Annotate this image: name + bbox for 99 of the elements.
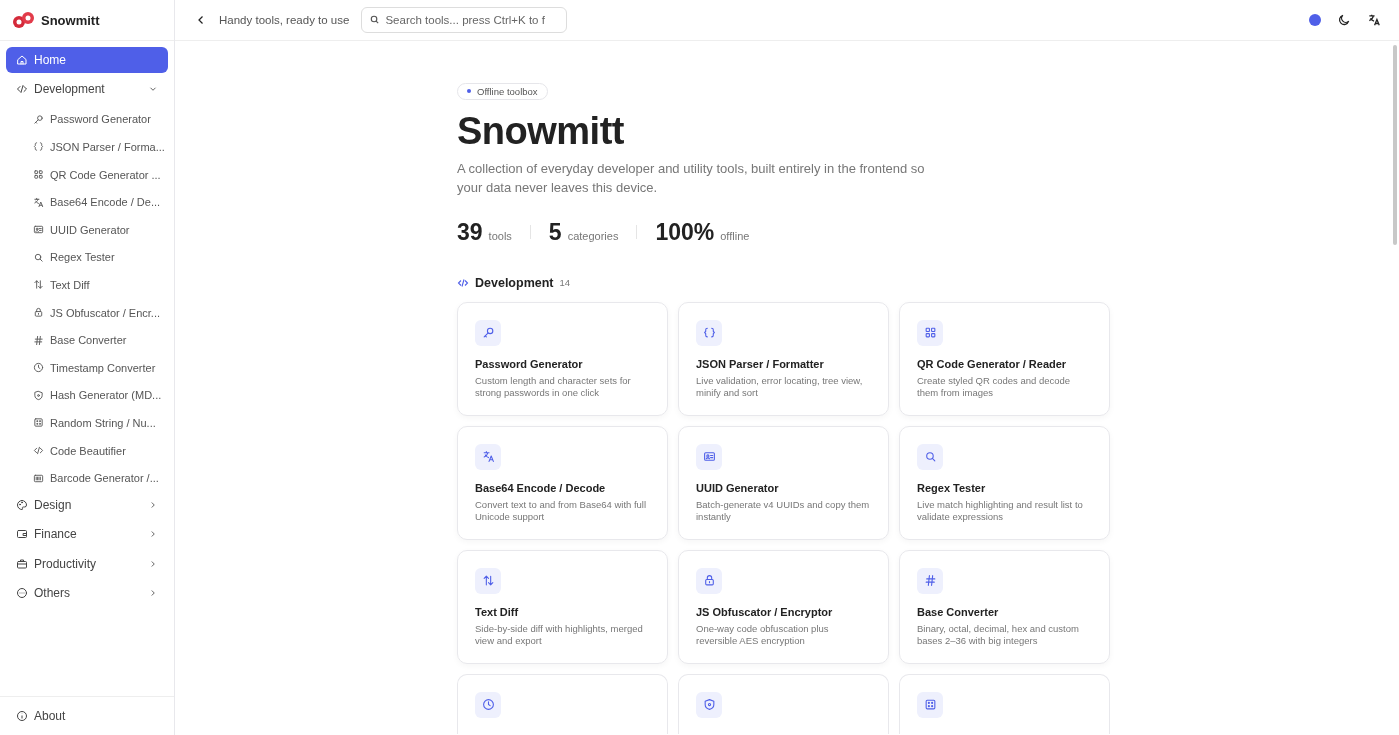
key-icon — [481, 326, 495, 339]
info-icon — [16, 710, 28, 722]
id-card-icon — [33, 224, 44, 236]
card-title: JS Obfuscator / Encryptor — [696, 605, 834, 618]
about-link[interactable]: About — [6, 703, 168, 729]
search-icon — [33, 251, 44, 263]
clock-icon — [33, 362, 44, 374]
card-description: Batch-generate v4 UUIDs and copy them instantly — [696, 498, 871, 523]
tool-card[interactable]: JSON Parser / Formatter Live validation, error locating, tree view, minify and sort — [678, 301, 889, 416]
card-description: Convert text to and from Base64 with full Unicode support — [475, 498, 648, 523]
sidebar-item[interactable]: Others — [6, 579, 168, 606]
code-icon — [457, 276, 469, 289]
card-title: Regex Tester — [917, 481, 987, 494]
shield-icon — [702, 698, 716, 711]
page-title: Snowmitt — [457, 109, 625, 153]
home-icon — [16, 54, 28, 66]
stat-value: 5 — [548, 218, 562, 246]
translate-icon — [481, 450, 495, 463]
tagline: Handy tools, ready to use — [219, 14, 350, 26]
clock-icon — [481, 698, 495, 711]
card-description: One-way code obfuscation plus reversible AES encryption — [696, 622, 830, 647]
sidebar-item[interactable]: Base64 Encode / De... — [6, 188, 168, 216]
sidebar-item[interactable]: Finance — [6, 521, 168, 548]
card-title: Text Diff — [475, 605, 520, 618]
card-title: JSON Parser / Formatter — [696, 357, 825, 370]
hash-icon — [33, 334, 44, 346]
tool-card[interactable]: QR Code Generator / Reader Create styled QR codes and decode them from images — [899, 301, 1110, 416]
card-title: Password Generator — [475, 357, 584, 370]
section-count: 14 — [559, 277, 571, 288]
sidebar-item[interactable]: Password Generator — [6, 105, 168, 134]
moon-icon[interactable] — [1337, 13, 1351, 27]
stat-label: tools — [488, 229, 512, 242]
stat-value: 100% — [655, 218, 715, 246]
stat-label: offline — [720, 229, 750, 242]
search-icon — [923, 450, 937, 463]
tool-card[interactable]: Base Converter Binary, octal, decimal, hex and custom bases 2–36 with big integers — [899, 549, 1110, 664]
dice-icon — [923, 698, 937, 711]
sidebar-item[interactable]: Code Beautifier — [6, 436, 168, 465]
sidebar-item[interactable]: QR Code Generator ... — [6, 160, 168, 189]
card-description: Side-by-side diff with highlights, merged view and export — [475, 622, 644, 647]
lock-icon — [33, 307, 44, 319]
sidebar-item[interactable]: Regex Tester — [6, 243, 168, 272]
sidebar-item[interactable]: UUID Generator — [6, 215, 168, 244]
card-title: Base Converter — [917, 605, 1000, 618]
sidebar-item[interactable]: Development — [6, 76, 168, 103]
section-title: Development — [475, 275, 554, 290]
barcode-icon — [33, 472, 44, 484]
arrows-icon — [33, 279, 44, 291]
card-description: Live match highlighting and result list to validate expressions — [917, 498, 1084, 523]
braces-icon — [702, 326, 716, 339]
stat-label: categories — [567, 229, 619, 242]
brand-name: Snowmitt — [41, 12, 100, 28]
sidebar-item[interactable]: Productivity — [6, 550, 168, 577]
logo-icon — [12, 11, 36, 29]
card-title: QR Code Generator / Reader — [917, 357, 1068, 370]
wallet-icon — [16, 528, 28, 541]
sidebar-item[interactable]: Hash Generator (MD... — [6, 381, 168, 410]
sidebar-item[interactable]: JS Obfuscator / Encr... — [6, 298, 168, 327]
page-description: A collection of everyday developer and utility tools, built entirely in the frontend so your data never leaves this device. — [457, 159, 926, 197]
tool-card[interactable]: Text Diff Side-by-side diff with highlights, merged view and export — [457, 549, 668, 664]
key-icon — [33, 113, 44, 125]
sidebar-item[interactable]: Text Diff — [6, 271, 168, 299]
sidebar-item[interactable]: Home — [6, 47, 168, 73]
tool-card[interactable]: UUID Generator Batch-generate v4 UUIDs and copy them instantly — [678, 425, 889, 540]
arrows-icon — [481, 574, 495, 587]
stat-value: 39 — [457, 218, 483, 246]
card-description: Live validation, error locating, tree view, minify and sort — [696, 374, 864, 399]
hash-icon — [923, 574, 937, 587]
shield-icon — [33, 389, 44, 401]
card-description: Binary, octal, decimal, hex and custom bases 2–36 with big integers — [917, 622, 1080, 647]
code-icon — [33, 445, 44, 456]
lock-icon — [702, 574, 716, 587]
sidebar-item[interactable]: JSON Parser / Forma... — [6, 133, 168, 161]
sidebar-item[interactable]: Barcode Generator /... — [6, 464, 168, 492]
palette-icon — [16, 498, 28, 511]
braces-icon — [33, 141, 44, 153]
id-card-icon — [702, 450, 716, 463]
briefcase-icon — [16, 557, 28, 570]
tool-card[interactable]: Password Generator Custom length and character sets for strong passwords in one click — [457, 301, 668, 416]
sidebar-item[interactable]: Random String / Nu... — [6, 409, 168, 437]
tool-card[interactable]: Base64 Encode / Decode Convert text to and from Base64 with full Unicode support — [457, 425, 668, 540]
sidebar-item[interactable]: Base Converter — [6, 326, 168, 354]
dice-icon — [33, 417, 44, 429]
tool-card[interactable]: JS Obfuscator / Encryptor One-way code obfuscation plus reversible AES encryption — [678, 549, 889, 664]
grid-icon — [923, 326, 937, 339]
theme-color-dot[interactable] — [1309, 14, 1321, 26]
translate-icon — [33, 196, 44, 208]
sidebar-item[interactable]: Timestamp Converter — [6, 353, 168, 382]
card-description: Custom length and character sets for strong passwords in one click — [475, 374, 632, 399]
sidebar-item[interactable]: Design — [6, 491, 168, 518]
card-description: Create styled QR codes and decode them from images — [917, 374, 1072, 399]
card-title: Base64 Encode / Decode — [475, 481, 607, 494]
code-icon — [16, 83, 28, 96]
card-title: UUID Generator — [696, 481, 780, 494]
translate-icon[interactable] — [1367, 13, 1381, 27]
tool-card[interactable]: Regex Tester Live match highlighting and result list to validate expressions — [899, 425, 1110, 540]
search-field[interactable]: Search tools... press Ctrl+K to f — [361, 7, 568, 33]
grid-icon — [33, 169, 44, 181]
dots-circle-icon — [16, 586, 28, 599]
